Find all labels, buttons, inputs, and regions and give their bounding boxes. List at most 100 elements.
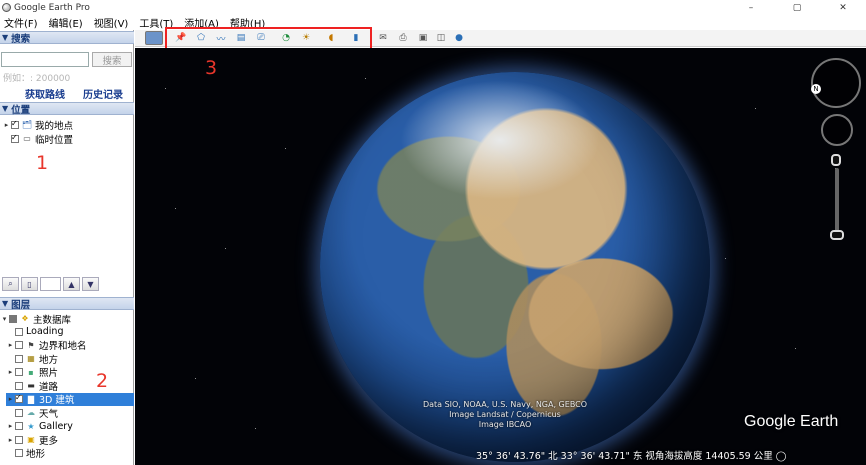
expand-arrow-icon[interactable]: ▸ (2, 121, 11, 129)
add-image-overlay-icon[interactable]: ▤ (233, 31, 249, 45)
window-title: Google Earth Pro (14, 2, 90, 13)
layer-item[interactable]: ▸ ▪ 照片 (6, 366, 134, 380)
layers-root-label: 主数据库 (33, 314, 72, 326)
toggle-panel-button[interactable]: ▯ (21, 277, 38, 291)
layer-item[interactable]: ▸ ⚑ 边界和地名 (6, 339, 134, 353)
road-icon: ▬ (27, 381, 35, 390)
layer-checkbox[interactable] (15, 422, 23, 430)
places-header-label: 位置 (11, 104, 31, 116)
search-header[interactable]: ▼ 搜索 (0, 31, 134, 45)
layer-checkbox[interactable] (15, 393, 23, 403)
layer-item[interactable]: ▦ 地方 (6, 352, 134, 366)
places-item-my-places[interactable]: ▸ 🗂 我的地点 (2, 118, 73, 132)
layer-item[interactable]: ▸ ★ Gallery (6, 420, 134, 433)
move-control[interactable] (821, 114, 853, 146)
search-places-button[interactable]: ⌕ (2, 277, 19, 291)
historical-imagery-icon[interactable]: ◔ (278, 31, 294, 45)
layers-header[interactable]: ▼ 图层 (0, 297, 134, 311)
layer-label: 天气 (39, 408, 59, 420)
layer-label: Gallery (39, 420, 73, 432)
expand-arrow-icon[interactable]: ▸ (6, 422, 15, 430)
layer-checkbox[interactable] (15, 435, 23, 444)
collapse-arrow-icon[interactable]: ▾ (0, 315, 9, 323)
layer-checkbox[interactable] (15, 341, 23, 349)
sunlight-icon[interactable]: ☀ (298, 31, 314, 45)
north-n-icon[interactable]: N (811, 84, 821, 94)
layers-root-checkbox[interactable] (9, 314, 17, 323)
arrow-down-icon: ▼ (87, 279, 94, 289)
menu-view[interactable]: 视图(V) (90, 15, 133, 30)
credit-line-2: Image Landsat / Copernicus (449, 410, 561, 419)
zoom-slider-thumb[interactable] (830, 230, 844, 240)
layer-item[interactable]: ☁ 天气 (6, 406, 134, 420)
arctic-ice (400, 80, 600, 200)
search-button[interactable]: 搜索 (92, 52, 132, 67)
add-path-icon[interactable]: 〰 (213, 31, 229, 45)
street-view-pegman-icon[interactable] (831, 154, 841, 166)
menu-add[interactable]: 添加(A) (180, 15, 223, 30)
layer-checkbox[interactable] (15, 354, 23, 363)
more-icon: ▣ (27, 435, 35, 444)
photo-icon: ▪ (28, 367, 34, 377)
menu-edit[interactable]: 编辑(E) (45, 15, 87, 30)
minimize-button[interactable]: – (728, 0, 774, 15)
zoom-slider[interactable] (835, 168, 839, 238)
layer-label: 道路 (39, 381, 59, 393)
layer-checkbox[interactable] (15, 449, 23, 457)
record-tour-icon[interactable]: ⎚ (253, 31, 269, 45)
layer-item[interactable]: ▸ ▣ 更多 (6, 433, 134, 447)
gallery-icon: ★ (27, 421, 35, 431)
menu-file[interactable]: 文件(F) (0, 15, 42, 30)
panel-icon: ▯ (27, 279, 32, 289)
close-button[interactable]: ✕ (820, 0, 866, 15)
layer-checkbox[interactable] (15, 368, 23, 376)
places-filter-box[interactable] (40, 277, 61, 291)
menu-help[interactable]: 帮助(H) (226, 15, 269, 30)
layer-checkbox[interactable] (15, 381, 23, 390)
layer-checkbox[interactable] (15, 327, 23, 336)
layer-label: Loading (26, 326, 64, 337)
view-in-maps-icon[interactable]: ◫ (433, 31, 449, 45)
places-header[interactable]: ▼ 位置 (0, 102, 134, 116)
annotation-2: 2 (96, 370, 109, 392)
sidebar-toggle-icon[interactable] (145, 31, 163, 45)
move-up-button[interactable]: ▲ (63, 277, 80, 291)
credit-line-1: Data SIO, NOAA, U.S. Navy, NGA, GEBCO (422, 400, 588, 409)
title-bar: Google Earth Pro – ▢ ✕ (0, 0, 866, 15)
expand-arrow-icon[interactable]: ▸ (6, 436, 15, 444)
folder-icon: ▭ (23, 134, 31, 143)
history-link[interactable]: 历史记录 (83, 86, 123, 101)
temporary-places-checkbox[interactable] (11, 133, 19, 143)
search-input[interactable] (1, 52, 89, 67)
expand-arrow-icon[interactable]: ▸ (6, 368, 15, 376)
layer-item[interactable]: Loading (6, 325, 134, 338)
planets-icon[interactable]: ◖ (323, 31, 339, 45)
google-earth-window: Google Earth Pro – ▢ ✕ 文件(F) 编辑(E) 视图(V)… (0, 0, 866, 465)
places-item-temporary[interactable]: ▭ 临时位置 (2, 132, 73, 146)
my-places-checkbox[interactable] (11, 119, 19, 129)
get-directions-link[interactable]: 获取路线 (25, 86, 65, 101)
layer-item[interactable]: ▬ 道路 (6, 379, 134, 393)
menu-tools[interactable]: 工具(T) (135, 15, 177, 30)
save-image-icon[interactable]: ▣ (415, 31, 431, 45)
layer-label: 地形 (26, 449, 46, 460)
move-down-button[interactable]: ▼ (82, 277, 99, 291)
layer-item[interactable]: 地形 (6, 447, 134, 460)
layers-root[interactable]: ▾ ❖ 主数据库 (0, 312, 72, 326)
email-icon[interactable]: ✉ (375, 31, 391, 45)
layer-item[interactable]: ▸ ▇ 3D 建筑 (6, 392, 134, 406)
app-globe-icon (2, 3, 11, 12)
ruler-icon[interactable]: ▮ (348, 31, 364, 45)
print-icon[interactable]: ⎙ (395, 31, 411, 45)
expand-arrow-icon[interactable]: ▸ (6, 341, 15, 349)
earth-gallery-icon[interactable]: ● (451, 31, 467, 45)
weather-icon: ☁ (27, 408, 35, 417)
restore-button[interactable]: ▢ (774, 0, 820, 15)
layer-checkbox[interactable] (15, 408, 23, 417)
building-icon: ▇ (27, 394, 35, 404)
add-polygon-icon[interactable]: ⬠ (193, 31, 209, 45)
add-placemark-icon[interactable]: 📌 (173, 31, 189, 45)
expand-arrow-icon[interactable]: ▸ (6, 395, 15, 403)
look-control[interactable] (811, 58, 861, 108)
window-controls: – ▢ ✕ (728, 0, 866, 15)
